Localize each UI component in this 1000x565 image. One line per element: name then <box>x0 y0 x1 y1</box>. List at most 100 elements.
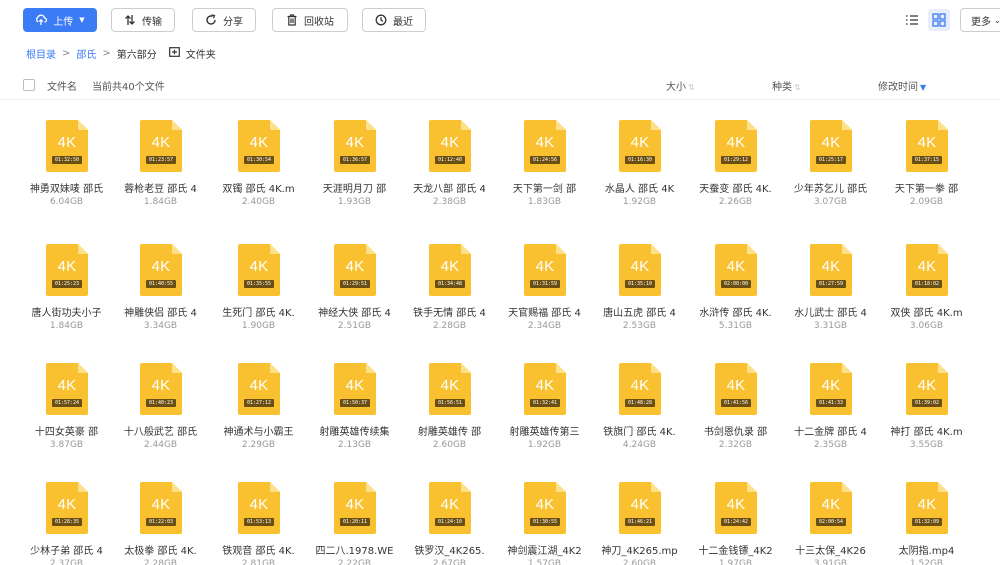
file-tile[interactable]: 4K 01:37:15 天下第一拳 邵 2.09GB <box>879 104 974 222</box>
file-tile[interactable]: 4K 02:00:00 水浒传 邵氏 4K. 5.31GB <box>688 228 783 346</box>
file-size: 2.37GB <box>49 559 84 565</box>
file-name: 神剑震江湖_4K2 <box>507 546 582 557</box>
file-tile[interactable]: 4K 01:25:17 少年苏乞儿 邵氏 3.07GB <box>783 104 878 222</box>
more-button[interactable]: 更多 ⌄ <box>960 8 1000 32</box>
file-size: 2.13GB <box>337 440 372 450</box>
upload-button[interactable]: 上传 ▼ <box>23 8 97 32</box>
video-duration: 01:46:21 <box>625 518 655 526</box>
file-size: 1.97GB <box>718 559 753 565</box>
video-duration: 01:34:48 <box>435 280 465 288</box>
share-button[interactable]: 分享 <box>192 8 256 32</box>
file-tile[interactable]: 4K 01:24:10 铁罗汉_4K265. 2.67GB <box>402 466 497 565</box>
file-tile[interactable]: 4K 01:27:59 水儿武士 邵氏 4 3.31GB <box>783 228 878 346</box>
chevron-down-icon: ⌄ <box>994 15 1000 25</box>
file-tile[interactable]: 4K 01:20:11 四二八.1978.WE 2.22GB <box>307 466 402 565</box>
file-tile[interactable]: 4K 01:35:55 生死门 邵氏 4K. 1.90GB <box>211 228 306 346</box>
breadcrumb-root[interactable]: 根目录 <box>26 46 56 61</box>
file-tile[interactable]: 4K 01:22:03 太极拳 邵氏 4K. 2.28GB <box>113 466 208 565</box>
file-tile[interactable]: 4K 01:29:12 天蚕变 邵氏 4K. 2.26GB <box>688 104 783 222</box>
file-tile[interactable]: 4K 02:00:54 十三太保_4K26 3.91GB <box>783 466 878 565</box>
video-duration: 01:35:10 <box>625 280 655 288</box>
file-size: 2.81GB <box>241 559 276 565</box>
file-tile[interactable]: 4K 01:28:35 少林子弟 邵氏 4 2.37GB <box>19 466 114 565</box>
file-corner-fold <box>461 482 471 492</box>
file-corner-fold <box>172 482 182 492</box>
breadcrumb-level1[interactable]: 邵氏 <box>76 46 96 61</box>
file-size: 1.84GB <box>143 197 178 207</box>
file-tile[interactable]: 4K 01:40:23 十八般武艺 邵氏 2.44GB <box>113 347 208 465</box>
video-duration: 01:29:12 <box>721 156 751 164</box>
new-folder-icon[interactable] <box>168 46 180 60</box>
file-name: 天龙八部 邵氏 4 <box>413 184 486 195</box>
file-tile[interactable]: 4K 01:16:30 水晶人 邵氏 4K 1.92GB <box>592 104 687 222</box>
file-tile[interactable]: 4K 01:46:21 神刀_4K265.mp 2.60GB <box>592 466 687 565</box>
list-view-icon <box>906 15 918 25</box>
file-size: 2.67GB <box>432 559 467 565</box>
column-header-modified[interactable]: 修改时间 ▼ <box>878 78 926 93</box>
file-tile[interactable]: 4K 01:32:50 神勇双妹唛 邵氏 6.04GB <box>19 104 114 222</box>
file-corner-fold <box>842 120 852 130</box>
file-name: 铁手无情 邵氏 4 <box>413 308 486 319</box>
file-tile[interactable]: 4K 01:40:55 神雕侠侣 邵氏 4 3.34GB <box>113 228 208 346</box>
file-tile[interactable]: 4K 01:32:41 射雕英雄传第三 1.92GB <box>497 347 592 465</box>
thumbnail-badge: 4K <box>630 134 650 151</box>
thumbnail-badge: 4K <box>440 258 460 275</box>
file-name: 神通术与小霸王 <box>223 427 294 438</box>
file-tile[interactable]: 4K 01:27:12 神通术与小霸王 2.29GB <box>211 347 306 465</box>
file-corner-fold <box>747 363 757 373</box>
thumbnail-badge: 4K <box>440 496 460 513</box>
column-header-name[interactable]: 文件名 <box>47 78 77 93</box>
video-duration: 01:16:30 <box>625 156 655 164</box>
thumbnail-badge: 4K <box>821 258 841 275</box>
grid-view-icon <box>932 13 946 27</box>
file-corner-fold <box>938 244 948 254</box>
file-corner-fold <box>270 244 280 254</box>
recycle-bin-button[interactable]: 回收站 <box>272 8 348 32</box>
file-tile[interactable]: 4K 01:31:59 天官赐福 邵氏 4 2.34GB <box>497 228 592 346</box>
file-tile[interactable]: 4K 01:30:55 神剑震江湖_4K2 1.57GB <box>497 466 592 565</box>
file-tile[interactable]: 4K 01:25:23 唐人街功夫小子 1.84GB <box>19 228 114 346</box>
file-tile[interactable]: 4K 01:29:51 神经大侠 邵氏 4 2.51GB <box>307 228 402 346</box>
file-size: 2.26GB <box>718 197 753 207</box>
file-tile[interactable]: 4K 01:41:33 十二金牌 邵氏 4 2.35GB <box>783 347 878 465</box>
recycle-label: 回收站 <box>304 16 334 28</box>
file-tile[interactable]: 4K 01:57:24 十四女英豪 邵 3.87GB <box>19 347 114 465</box>
new-folder-label[interactable]: 文件夹 <box>186 46 216 61</box>
file-tile[interactable]: 4K 01:41:56 书剑恩仇录 邵 2.32GB <box>688 347 783 465</box>
file-tile[interactable]: 4K 01:34:48 铁手无情 邵氏 4 2.28GB <box>402 228 497 346</box>
file-tile[interactable]: 4K 01:50:37 射雕英雄传续集 2.13GB <box>307 347 402 465</box>
file-tile[interactable]: 4K 01:39:02 神打 邵氏 4K.m 3.55GB <box>879 347 974 465</box>
chevron-down-icon: ▼ <box>79 16 85 24</box>
file-tile[interactable]: 4K 01:12:40 天龙八部 邵氏 4 2.38GB <box>402 104 497 222</box>
file-tile[interactable]: 4K 01:53:13 铁观音 邵氏 4K. 2.81GB <box>211 466 306 565</box>
recent-button[interactable]: 最近 <box>362 8 426 32</box>
file-tile[interactable]: 4K 01:35:10 唐山五虎 邵氏 4 2.53GB <box>592 228 687 346</box>
select-all-checkbox[interactable] <box>23 79 35 91</box>
thumbnail-badge: 4K <box>151 134 171 151</box>
transfer-button[interactable]: 传输 <box>111 8 175 32</box>
video-duration: 01:41:33 <box>816 399 846 407</box>
file-tile[interactable]: 4K 01:32:09 太阴指.mp4 1.52GB <box>879 466 974 565</box>
file-tile[interactable]: 4K 01:24:56 天下第一剑 邵 1.83GB <box>497 104 592 222</box>
file-name: 蓉枪老豆 邵氏 4 <box>124 184 197 195</box>
column-header-size[interactable]: 大小 ⇅ <box>666 78 695 93</box>
file-tile[interactable]: 4K 01:36:57 天涯明月刀 邵 1.93GB <box>307 104 402 222</box>
thumbnail-badge: 4K <box>440 377 460 394</box>
video-duration: 01:35:55 <box>244 280 274 288</box>
column-modified-label: 修改时间 <box>878 82 918 93</box>
file-tile[interactable]: 4K 01:30:54 双镯 邵氏 4K.m 2.40GB <box>211 104 306 222</box>
grid-view-button[interactable] <box>928 9 950 31</box>
more-label: 更多 <box>971 16 991 28</box>
file-size: 2.09GB <box>909 197 944 207</box>
file-tile[interactable]: 4K 01:23:57 蓉枪老豆 邵氏 4 1.84GB <box>113 104 208 222</box>
file-tile[interactable]: 4K 01:48:28 铁旗门 邵氏 4K. 4.24GB <box>592 347 687 465</box>
column-header-type[interactable]: 种类 ⇅ <box>772 78 801 93</box>
file-size: 2.28GB <box>432 321 467 331</box>
file-name: 生死门 邵氏 4K. <box>222 308 295 319</box>
file-name: 水浒传 邵氏 4K. <box>699 308 772 319</box>
file-tile[interactable]: 4K 01:18:02 双侠 邵氏 4K.m 3.06GB <box>879 228 974 346</box>
file-tile[interactable]: 4K 01:24:42 十二金钱镖_4K2 1.97GB <box>688 466 783 565</box>
list-view-button[interactable] <box>903 11 921 29</box>
file-tile[interactable]: 4K 01:56:51 射雕英雄传 邵 2.60GB <box>402 347 497 465</box>
file-size: 1.90GB <box>241 321 276 331</box>
